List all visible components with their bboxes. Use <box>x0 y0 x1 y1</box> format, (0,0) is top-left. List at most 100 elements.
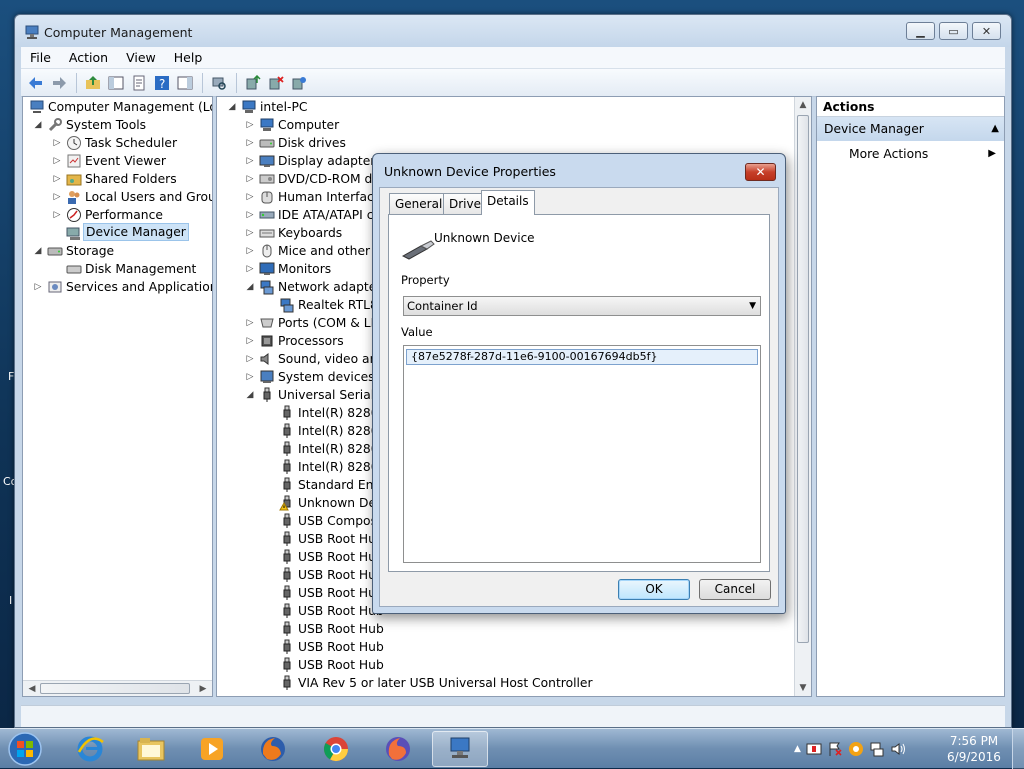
computer-management-icon <box>450 737 470 758</box>
scroll-thumb[interactable] <box>40 683 190 694</box>
title-bar[interactable]: Computer Management ▁ ▭ ✕ <box>15 15 1011 47</box>
tab-general[interactable]: General <box>389 193 449 214</box>
expand-arrow-icon[interactable]: ▷ <box>52 210 62 220</box>
taskbar-firefox[interactable] <box>245 731 301 767</box>
start-button[interactable] <box>4 730 46 768</box>
expand-arrow-icon[interactable]: ▷ <box>245 372 255 382</box>
update-driver-icon <box>246 74 261 89</box>
collapse-arrow-icon[interactable]: ◢ <box>33 246 43 256</box>
show-hide-action-pane-button[interactable] <box>174 72 196 94</box>
menu-view[interactable]: View <box>117 50 165 65</box>
ide-icon <box>259 211 275 219</box>
enable-device-button[interactable] <box>288 72 310 94</box>
expand-arrow-icon[interactable]: ▷ <box>245 318 255 328</box>
update-driver-button[interactable] <box>242 72 264 94</box>
value-list[interactable]: {87e5278f-287d-11e6-9100-00167694db5f} <box>403 345 761 563</box>
submenu-arrow-icon: ▶ <box>988 148 996 159</box>
system-tray: ▲ <box>794 741 906 757</box>
up-button[interactable] <box>82 72 104 94</box>
clock[interactable]: 7:56 PM 6/9/2016 <box>936 733 1012 765</box>
menu-help[interactable]: Help <box>165 50 212 65</box>
expand-arrow-icon[interactable]: ▷ <box>245 246 255 256</box>
scroll-left-icon[interactable]: ◀ <box>24 681 40 696</box>
expand-arrow-icon[interactable]: ▷ <box>245 336 255 346</box>
collapse-up-icon[interactable]: ▲ <box>991 117 999 141</box>
tree-item-local-users[interactable]: ▷ Local Users and Groups <box>52 188 212 206</box>
cancel-button[interactable]: Cancel <box>699 579 771 600</box>
computer-management-icon <box>25 25 39 39</box>
property-select[interactable]: Container Id ▼ <box>403 296 761 316</box>
usb-icon <box>283 531 291 546</box>
expand-arrow-icon[interactable]: ▷ <box>245 228 255 238</box>
expand-arrow-icon[interactable]: ▷ <box>245 210 255 220</box>
tab-details[interactable]: Details <box>481 190 535 215</box>
tree-item-task-scheduler[interactable]: ▷ Task Scheduler <box>52 134 212 152</box>
collapse-arrow-icon[interactable]: ◢ <box>245 282 255 292</box>
scroll-down-icon[interactable]: ▼ <box>795 680 811 696</box>
horizontal-scrollbar[interactable]: ◀ ▶ <box>23 680 212 696</box>
taskbar-chrome[interactable] <box>308 731 364 767</box>
expand-arrow-icon[interactable]: ▷ <box>245 264 255 274</box>
collapse-arrow-icon[interactable]: ◢ <box>245 390 255 400</box>
expand-arrow-icon[interactable]: ▷ <box>245 138 255 148</box>
properties-button[interactable] <box>128 72 150 94</box>
taskbar-firefox-nightly[interactable] <box>370 731 426 767</box>
menu-file[interactable]: File <box>21 50 60 65</box>
expand-arrow-icon[interactable]: ▷ <box>52 156 62 166</box>
collapse-arrow-icon[interactable]: ◢ <box>33 120 43 130</box>
flag-warning-icon[interactable] <box>827 741 843 757</box>
vertical-scrollbar[interactable]: ▲ ▼ <box>794 97 811 696</box>
show-hide-tree-button[interactable] <box>105 72 127 94</box>
more-actions-link[interactable]: More Actions <box>849 147 928 161</box>
volume-icon[interactable] <box>890 741 906 757</box>
network-icon[interactable] <box>869 741 885 757</box>
actions-section-device-manager[interactable]: Device Manager ▲ <box>817 117 1004 141</box>
taskbar-computer-management[interactable] <box>432 731 488 767</box>
expand-arrow-icon[interactable]: ▷ <box>245 156 255 166</box>
value-item[interactable]: {87e5278f-287d-11e6-9100-00167694db5f} <box>406 349 758 365</box>
tree-item-performance[interactable]: ▷ Performance <box>52 206 212 224</box>
taskbar-internet-explorer[interactable] <box>62 731 118 767</box>
forward-button[interactable] <box>48 72 70 94</box>
expand-arrow-icon[interactable]: ▷ <box>245 174 255 184</box>
expand-arrow-icon[interactable]: ▷ <box>245 120 255 130</box>
help-button[interactable]: ? <box>151 72 173 94</box>
expand-arrow-icon[interactable]: ▷ <box>245 192 255 202</box>
show-desktop-button[interactable] <box>1012 729 1024 769</box>
expand-arrow-icon[interactable]: ▷ <box>33 282 43 292</box>
maximize-button[interactable]: ▭ <box>939 22 968 40</box>
scroll-up-icon[interactable]: ▲ <box>795 97 811 113</box>
firefox-icon <box>261 737 285 761</box>
tree-item-shared-folders[interactable]: ▷ Shared Folders <box>52 170 212 188</box>
tools-icon <box>48 118 62 132</box>
menu-action[interactable]: Action <box>60 50 117 65</box>
minimize-button[interactable]: ▁ <box>906 22 935 40</box>
action-center-icon[interactable] <box>806 741 822 757</box>
tree-item-system-tools[interactable]: ◢ System Tools <box>33 116 212 134</box>
tree-item-storage[interactable]: ◢ Storage <box>33 242 212 260</box>
update-icon[interactable] <box>848 741 864 757</box>
disk-icon <box>259 139 275 148</box>
scan-hardware-button[interactable] <box>208 72 230 94</box>
taskbar-file-explorer[interactable] <box>123 731 179 767</box>
tree-item-services-apps[interactable]: ▷ Services and Applications <box>33 278 212 296</box>
media-player-icon <box>201 738 223 760</box>
taskbar-media-player[interactable] <box>184 731 240 767</box>
scroll-right-icon[interactable]: ▶ <box>195 681 211 696</box>
expand-arrow-icon[interactable]: ▷ <box>245 354 255 364</box>
show-hidden-icons[interactable]: ▲ <box>794 744 801 754</box>
dialog-close-button[interactable]: ✕ <box>745 163 776 181</box>
ok-button[interactable]: OK <box>618 579 690 600</box>
computer-icon <box>260 118 274 131</box>
expand-arrow-icon[interactable]: ▷ <box>52 138 62 148</box>
expand-arrow-icon[interactable]: ▷ <box>52 174 62 184</box>
close-button[interactable]: ✕ <box>972 22 1001 40</box>
scroll-thumb[interactable] <box>797 115 809 643</box>
collapse-arrow-icon[interactable]: ◢ <box>227 102 237 112</box>
usb-icon <box>283 549 291 564</box>
tree-item-event-viewer[interactable]: ▷ Event Viewer <box>52 152 212 170</box>
minimize-icon: ▁ <box>916 24 925 38</box>
expand-arrow-icon[interactable]: ▷ <box>52 192 62 202</box>
back-button[interactable] <box>25 72 47 94</box>
uninstall-button[interactable] <box>265 72 287 94</box>
